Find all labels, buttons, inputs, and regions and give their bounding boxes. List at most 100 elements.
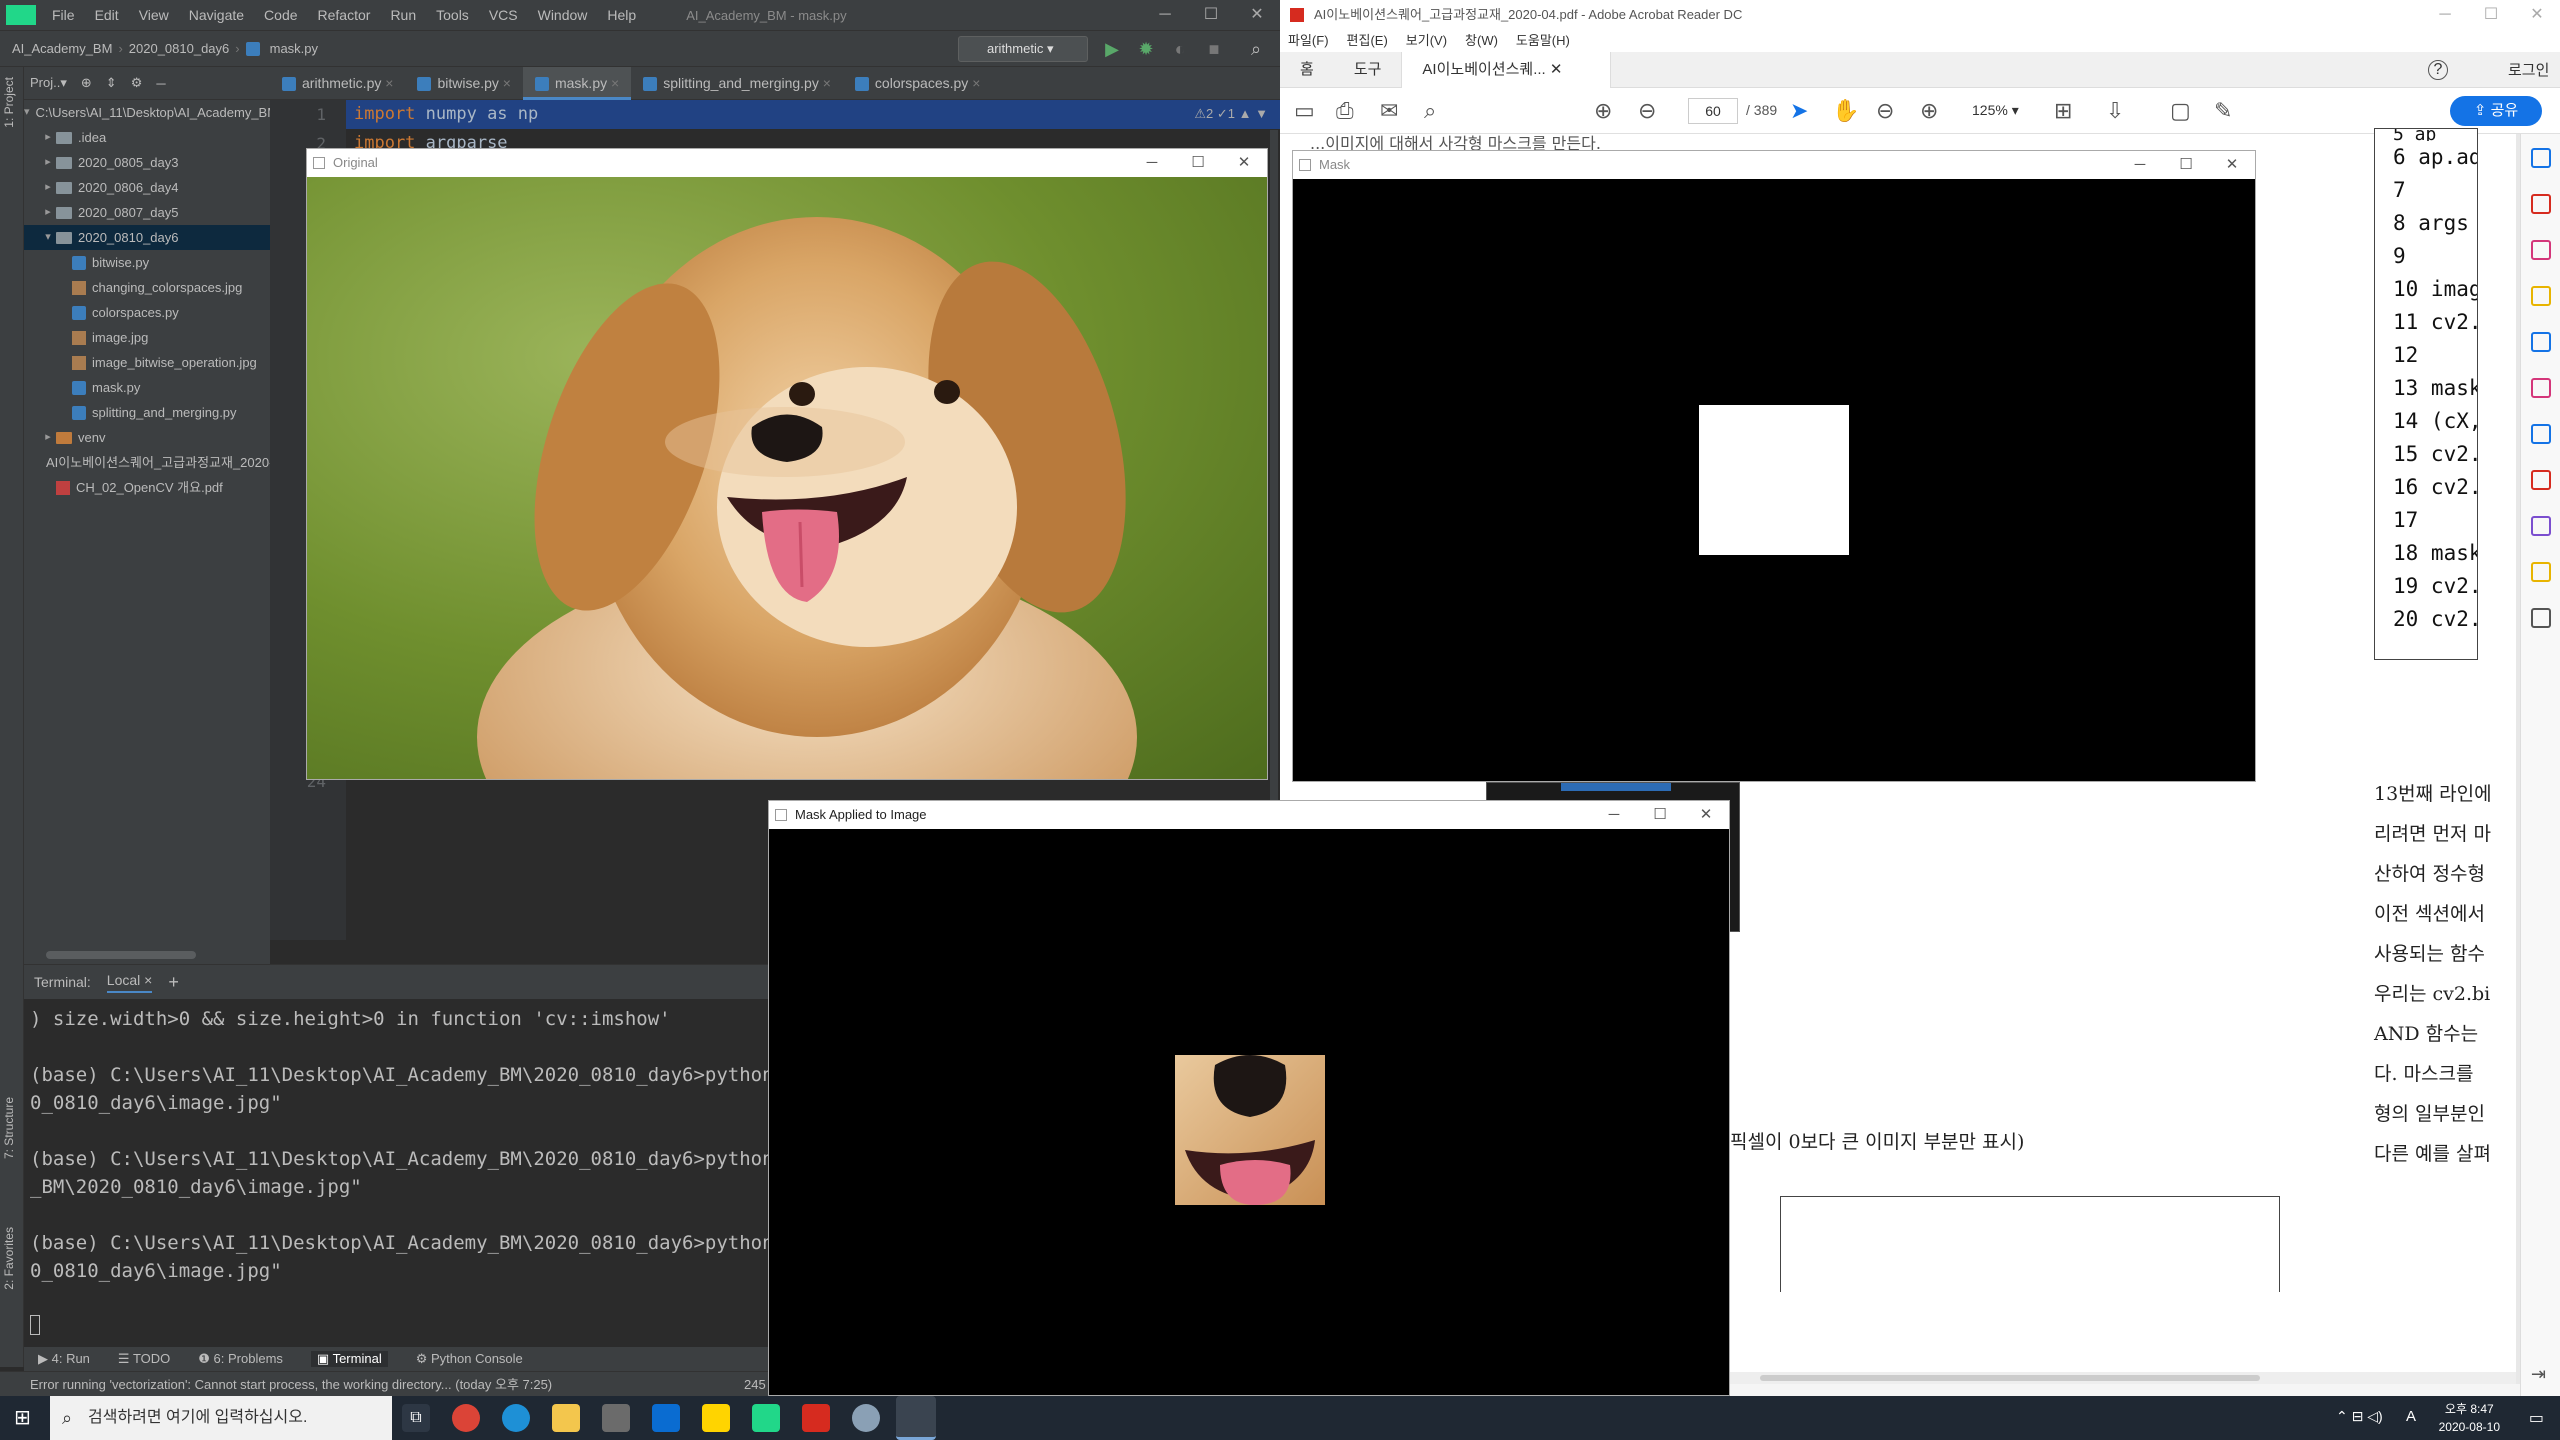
tab-mask[interactable]: mask.py × xyxy=(522,67,632,100)
collapse-icon[interactable]: ⇕ xyxy=(106,75,117,91)
comment-tool-icon[interactable] xyxy=(2531,286,2551,306)
hand-tool-icon[interactable]: ✋ xyxy=(1832,98,1859,124)
zoom-level[interactable]: 125% ▾ xyxy=(1972,102,2019,119)
tree-item[interactable]: splitting_and_merging.py xyxy=(24,400,270,425)
close-icon[interactable]: ✕ xyxy=(2209,151,2255,179)
combine-files-icon[interactable] xyxy=(2531,332,2551,352)
breadcrumb-project[interactable]: AI_Academy_BM xyxy=(8,41,116,56)
search-icon[interactable]: ⌕ xyxy=(1244,37,1268,61)
terminal-tool-tab[interactable]: ▣ Terminal xyxy=(310,1351,388,1367)
close-tab-icon[interactable]: × xyxy=(611,75,619,91)
share-button[interactable]: ⇪ 공유 xyxy=(2450,96,2542,126)
page-number-input[interactable]: 60 xyxy=(1688,98,1738,124)
window-title-bar[interactable]: Original ─ ☐ ✕ xyxy=(307,149,1267,177)
minimize-icon[interactable]: ─ xyxy=(2422,0,2468,30)
menu-view[interactable]: 보기(V) xyxy=(1406,30,1447,52)
chrome-icon[interactable] xyxy=(452,1404,480,1432)
terminal-output[interactable]: ) size.width>0 && size.height>0 in funct… xyxy=(24,999,876,1285)
menu-help[interactable]: 도움말(H) xyxy=(1516,30,1570,52)
send-for-review-icon[interactable] xyxy=(2531,562,2551,582)
active-app-icon[interactable] xyxy=(896,1396,936,1440)
tree-item[interactable]: changing_colorspaces.jpg xyxy=(24,275,270,300)
tab-document[interactable]: AI이노베이션스퀘... ✕ xyxy=(1401,51,1612,88)
add-terminal-icon[interactable]: + xyxy=(168,972,179,993)
tree-item[interactable]: ▸ 2020_0805_day3 xyxy=(24,150,270,175)
tree-item[interactable]: ▸ venv xyxy=(24,425,270,450)
run-tool-tab[interactable]: ▶ 4: Run xyxy=(38,1351,90,1367)
status-message[interactable]: Error running 'vectorization': Cannot st… xyxy=(30,1377,552,1392)
save-icon[interactable]: ▭ xyxy=(1294,98,1315,124)
close-tab-icon[interactable]: × xyxy=(144,972,152,988)
comment-icon[interactable]: ▢ xyxy=(2170,98,2191,124)
tab-colorspaces[interactable]: colorspaces.py × xyxy=(843,67,992,100)
minimize-icon[interactable]: ─ xyxy=(1129,149,1175,177)
python-console-tool-tab[interactable]: ⚙ Python Console xyxy=(416,1351,523,1367)
menu-vcs[interactable]: VCS xyxy=(479,7,528,23)
close-icon[interactable]: ✕ xyxy=(1234,0,1280,30)
original-window[interactable]: Original ─ ☐ ✕ xyxy=(306,148,1268,917)
tree-item[interactable]: colorspaces.py xyxy=(24,300,270,325)
minimize-icon[interactable]: ─ xyxy=(1591,801,1637,829)
coverage-icon[interactable]: ◐ xyxy=(1168,37,1192,61)
run-config-dropdown[interactable]: arithmetic ▾ xyxy=(958,36,1088,62)
close-tab-icon[interactable]: × xyxy=(972,75,980,91)
project-view-selector[interactable]: Proj..▾ xyxy=(30,75,67,91)
tree-item[interactable]: ▸ 2020_0806_day4 xyxy=(24,175,270,200)
zoom-in-icon[interactable]: ⊕ xyxy=(1920,98,1938,124)
project-tool-tab[interactable]: 1: Project xyxy=(2,77,16,128)
menu-help[interactable]: Help xyxy=(597,7,646,23)
next-page-icon[interactable]: ⊖ xyxy=(1638,98,1656,124)
minimize-icon[interactable]: ─ xyxy=(2117,151,2163,179)
menu-file[interactable]: File xyxy=(42,7,85,23)
problems-tool-tab[interactable]: ❶ 6: Problems xyxy=(198,1351,283,1367)
print-icon[interactable]: ⎙ xyxy=(1336,98,1354,124)
windows-start-icon[interactable]: ⊞ xyxy=(14,1408,34,1428)
input-language[interactable]: A xyxy=(2406,1408,2416,1425)
protect-icon[interactable] xyxy=(2531,424,2551,444)
window-title-bar[interactable]: Mask ─ ☐ ✕ xyxy=(1293,151,2255,179)
tray-icons[interactable]: ⌃ ⊟ ◁) xyxy=(2336,1408,2383,1425)
close-tab-icon[interactable]: × xyxy=(503,75,511,91)
editor-scrollbar[interactable] xyxy=(1270,130,1278,870)
taskbar-search[interactable]: ⌕ 검색하려면 여기에 입력하십시오. xyxy=(50,1396,392,1440)
close-tab-icon[interactable]: × xyxy=(823,75,831,91)
sign-icon[interactable]: ✎ xyxy=(2214,98,2232,124)
stop-icon[interactable]: ■ xyxy=(1202,37,1226,61)
tree-item[interactable]: image_bitwise_operation.jpg xyxy=(24,350,270,375)
tree-item[interactable]: ▾ 2020_0810_day6 xyxy=(24,225,270,250)
tab-splitting-and-merging[interactable]: splitting_and_merging.py × xyxy=(631,67,843,100)
menu-view[interactable]: View xyxy=(129,7,179,23)
email-icon[interactable]: ✉ xyxy=(1380,98,1398,124)
maximize-icon[interactable]: ☐ xyxy=(1637,801,1683,829)
locate-icon[interactable]: ⊕ xyxy=(81,75,92,91)
tree-item[interactable]: mask.py xyxy=(24,375,270,400)
sticky-notes-icon[interactable] xyxy=(702,1404,730,1432)
window-title-bar[interactable]: Mask Applied to Image ─ ☐ ✕ xyxy=(769,801,1729,829)
export-pdf-icon[interactable] xyxy=(2531,148,2551,168)
login-link[interactable]: 로그인 xyxy=(2508,59,2549,80)
menu-navigate[interactable]: Navigate xyxy=(179,7,254,23)
maximize-icon[interactable]: ☐ xyxy=(2163,151,2209,179)
close-tab-icon[interactable]: × xyxy=(385,75,393,91)
menu-run[interactable]: Run xyxy=(380,7,426,23)
breadcrumb-folder[interactable]: 2020_0810_day6 xyxy=(125,41,234,56)
menu-edit[interactable]: 편집(E) xyxy=(1347,30,1388,52)
menu-code[interactable]: Code xyxy=(254,7,307,23)
structure-tool-tab[interactable]: 7: Structure xyxy=(2,1097,16,1159)
file-explorer-icon[interactable] xyxy=(552,1404,580,1432)
tab-tools[interactable]: 도구 xyxy=(1334,52,1402,88)
run-icon[interactable]: ▶ xyxy=(1100,37,1124,61)
select-tool-icon[interactable]: ➤ xyxy=(1790,98,1808,124)
tree-item[interactable]: CH_02_OpenCV 개요.pdf xyxy=(24,475,270,500)
task-view-icon[interactable]: ⧉ xyxy=(402,1404,430,1432)
todo-tool-tab[interactable]: ☰ TODO xyxy=(118,1351,170,1367)
scroll-mode-icon[interactable]: ⇩ xyxy=(2106,98,2124,124)
close-icon[interactable]: ✕ xyxy=(1221,149,1267,177)
python-taskbar-icon[interactable] xyxy=(852,1404,880,1432)
fit-page-icon[interactable]: ⊞ xyxy=(2054,98,2072,124)
collapse-pane-icon[interactable]: ⇥ xyxy=(2531,1364,2546,1385)
menu-window[interactable]: Window xyxy=(528,7,598,23)
help-icon[interactable]: ? xyxy=(2428,59,2448,80)
tab-bitwise[interactable]: bitwise.py × xyxy=(405,67,523,100)
debug-icon[interactable]: ✹ xyxy=(1134,37,1158,61)
